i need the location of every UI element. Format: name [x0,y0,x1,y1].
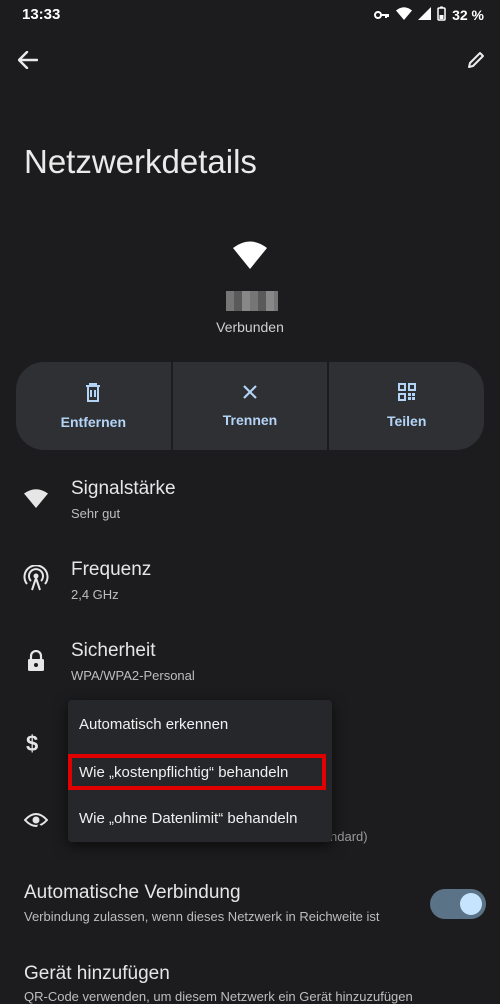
page-title: Netzwerkdetails [24,143,257,180]
battery-icon [437,6,446,24]
frequency-row: Frequenz 2,4 GHz [0,551,500,631]
action-bar: Entfernen Trennen Teilen [16,362,484,450]
security-value: WPA/WPA2-Personal [71,668,195,683]
frequency-title: Frequenz [71,559,152,580]
wifi-large-icon [233,241,267,274]
auto-connect-toggle[interactable] [430,889,486,919]
menu-item-unmetered[interactable]: Wie „ohne Datenlimit“ behandeln [68,796,332,840]
antenna-icon [22,564,50,592]
share-button[interactable]: Teilen [327,362,484,450]
lock-icon [22,647,50,675]
pencil-icon [468,52,484,68]
eye-icon [23,811,49,836]
signal-strength-value: Sehr gut [71,506,121,521]
dollar-icon: $ [26,731,39,756]
remove-button[interactable]: Entfernen [16,362,171,450]
signal-icon [418,7,432,23]
signal-strength-row: Signalstärke Sehr gut [0,470,500,550]
auto-connect-sub: Verbindung zulassen, wenn dieses Netzwer… [24,909,380,924]
toggle-knob [460,893,482,915]
status-time: 13:33 [22,6,61,23]
auto-connect-title: Automatische Verbindung [24,882,241,903]
battery-percent: 32 % [452,7,484,23]
trash-icon [86,382,101,402]
disconnect-label: Trennen [222,412,278,428]
security-title: Sicherheit [71,640,156,661]
qr-code-icon [397,383,416,401]
menu-item-auto-detect[interactable]: Automatisch erkennen [68,702,332,746]
remove-label: Entfernen [60,413,126,430]
share-label: Teilen [386,413,427,429]
status-bar: 13:33 32 % [0,0,500,30]
signal-strength-title: Signalstärke [71,478,176,499]
edit-button[interactable] [456,40,496,80]
wifi-icon [22,484,50,512]
arrow-back-icon [18,51,38,69]
add-device-title[interactable]: Gerät hinzufügen [24,963,170,985]
close-icon [243,385,257,399]
frequency-value: 2,4 GHz [71,587,119,602]
wifi-status-icon [396,7,413,23]
disconnect-button[interactable]: Trennen [170,362,328,450]
network-name-redacted [226,291,278,311]
highlight-box [68,754,326,790]
back-button[interactable] [8,40,48,80]
add-device-sub: QR-Code verwenden, um diesem Netzwerk ei… [24,989,413,1004]
status-icons: 32 % [374,6,484,24]
vpn-key-icon [374,7,390,23]
privacy-sub-tail: ndard) [330,829,368,844]
connection-status: Verbunden [216,319,284,335]
